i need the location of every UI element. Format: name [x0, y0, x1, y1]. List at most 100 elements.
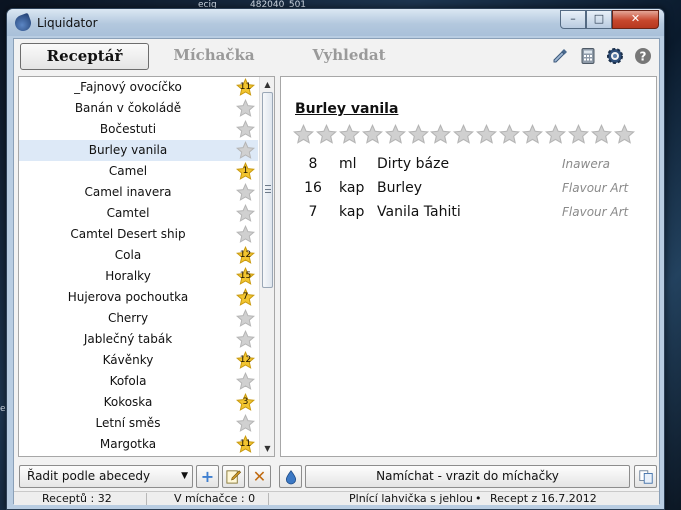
maximize-button[interactable]: □ — [586, 10, 612, 29]
settings-icon[interactable] — [606, 47, 624, 65]
add-recipe-button[interactable]: + — [196, 465, 219, 488]
recipe-list-item[interactable]: Camtel Desert ship — [19, 224, 258, 245]
recipe-name: Burley vanila — [88, 143, 168, 157]
ingredient-name: Dirty báze — [377, 156, 450, 172]
edit-icon — [226, 470, 242, 484]
scroll-down-button[interactable]: ▼ — [260, 441, 274, 456]
recipe-count-badge: 15 — [239, 271, 252, 281]
status-recipe-date: Recept z 16.7.2012 — [490, 492, 597, 505]
help-icon-glyph: ? — [640, 50, 647, 64]
rating-star-icon[interactable] — [338, 123, 361, 146]
sort-select-label: Řadit podle abecedy — [27, 469, 151, 483]
ingredient-row[interactable]: 8 ml Dirty báze Inawera — [281, 152, 658, 176]
rating-star-icon[interactable] — [315, 123, 338, 146]
ingredient-amount: 16 — [304, 180, 322, 196]
ingredient-name: Vanila Tahiti — [377, 204, 461, 220]
star-empty-icon — [235, 371, 256, 391]
recipe-list-item[interactable]: Kokoska 3 — [19, 392, 258, 413]
recipe-list-item[interactable]: Burley vanila — [19, 140, 258, 161]
tab-receptar[interactable]: Receptář — [20, 43, 149, 70]
mix-to-mixer-button[interactable]: Namíchat - vrazit do míchačky — [305, 465, 630, 488]
star-empty-icon — [235, 119, 256, 139]
recipe-list-item[interactable]: Banán v čokoládě — [19, 98, 258, 119]
recipe-list-item[interactable]: Cola 12 — [19, 245, 258, 266]
recipe-list-item[interactable]: Margotka 11 — [19, 434, 258, 455]
recipe-list-scrollbar[interactable]: ▲ ▼ — [259, 77, 274, 456]
recipe-list-item[interactable]: Kofola — [19, 371, 258, 392]
recipe-list-item[interactable]: _Fajnový ovocíčko 11 — [19, 77, 258, 98]
recipe-list-item[interactable]: Kávěnky 12 — [19, 350, 258, 371]
ingredient-brand: Flavour Art — [562, 205, 629, 219]
window-title: Liquidator — [37, 16, 98, 30]
recipe-list-item[interactable]: Cherry — [19, 308, 258, 329]
ingredient-name: Burley — [377, 180, 423, 196]
recipe-list-item[interactable]: Jablečný tabák — [19, 329, 258, 350]
star-filled-icon: 12 — [235, 245, 256, 265]
rating-star-icon[interactable] — [430, 123, 452, 146]
rating-star-icon[interactable] — [292, 123, 315, 146]
ingredient-row[interactable]: 7 kap Vanila Tahiti Flavour Art — [281, 200, 658, 224]
recipe-list-item[interactable]: Hujerova pochoutka 7 — [19, 287, 258, 308]
recipe-name: Bočestuti — [99, 122, 157, 136]
plus-icon: + — [200, 467, 215, 486]
drop-button[interactable] — [279, 465, 302, 488]
recipe-rating[interactable] — [292, 123, 653, 146]
star-empty-icon — [235, 329, 256, 349]
recipe-name: Camtel Desert ship — [70, 227, 186, 241]
rating-star-icon[interactable] — [384, 123, 407, 146]
rating-star-icon[interactable] — [407, 123, 430, 146]
recipe-name: Banán v čokoládě — [74, 101, 182, 115]
ingredient-brand: Inawera — [562, 157, 610, 171]
recipe-count-badge: 7 — [242, 292, 249, 302]
star-empty-icon — [235, 98, 256, 118]
sort-select[interactable]: Řadit podle abecedy ▼ — [19, 465, 193, 488]
bottom-toolbar: Řadit podle abecedy ▼ + ✕ Namíchat - vra… — [14, 460, 659, 488]
recipe-list-item[interactable]: Camtel — [19, 203, 258, 224]
recipe-detail-panel: Burley vanila 8 ml Dirty báze Inawera 16 kap B… — [280, 76, 657, 457]
calculator-icon[interactable] — [579, 47, 597, 65]
ingredient-row[interactable]: 16 kap Burley Flavour Art — [281, 176, 658, 200]
rating-star-icon[interactable] — [476, 123, 498, 146]
chevron-down-icon: ▼ — [181, 471, 188, 481]
recipe-list-item[interactable]: Camel 1 — [19, 161, 258, 182]
rating-star-icon[interactable] — [521, 123, 544, 146]
help-icon[interactable]: ? — [634, 47, 652, 65]
rating-star-icon[interactable] — [567, 123, 590, 146]
recipe-name: Cola — [114, 248, 142, 262]
dropper-icon[interactable] — [551, 47, 569, 65]
rating-star-icon[interactable] — [453, 123, 475, 146]
recipe-list-panel: _Fajnový ovocíčko 11 Banán v čokoládě Bočes… — [18, 76, 275, 457]
rating-star-icon[interactable] — [361, 123, 384, 146]
scroll-thumb[interactable] — [262, 92, 273, 288]
star-filled-icon: 11 — [235, 77, 256, 97]
ingredient-amount: 7 — [308, 204, 318, 220]
copy-button[interactable] — [634, 465, 657, 488]
star-filled-icon: 7 — [235, 287, 256, 307]
title-bar[interactable]: Liquidator – □ ✕ — [7, 9, 664, 36]
minimize-button[interactable]: – — [560, 10, 586, 29]
recipe-list-item[interactable]: Bočestuti — [19, 119, 258, 140]
tab-michacka[interactable]: Míchačka — [164, 43, 264, 70]
desktop-edge-text: e — [0, 404, 6, 414]
recipe-list-item[interactable]: Letní směs — [19, 413, 258, 434]
rating-star-icon[interactable] — [590, 123, 613, 146]
ingredient-brand: Flavour Art — [562, 181, 629, 195]
delete-recipe-button[interactable]: ✕ — [248, 465, 271, 488]
recipe-name: Jablečný tabák — [83, 332, 173, 346]
close-button[interactable]: ✕ — [612, 10, 659, 29]
drop-icon — [285, 470, 296, 485]
recipe-list-item[interactable]: Camel inavera — [19, 182, 258, 203]
rating-star-icon[interactable] — [499, 123, 521, 146]
recipe-name: Horalky — [105, 269, 151, 283]
recipe-list-item[interactable]: Horalky 15 — [19, 266, 258, 287]
recipe-name: Letní směs — [95, 416, 161, 430]
recipe-count-badge: 11 — [239, 439, 252, 449]
star-empty-icon — [235, 140, 256, 160]
tab-vyhledat[interactable]: Vyhledat — [294, 43, 404, 70]
rating-star-icon[interactable] — [613, 123, 636, 146]
scroll-up-button[interactable]: ▲ — [260, 77, 274, 92]
ingredient-unit: kap — [339, 204, 365, 220]
status-in-mixer: V míchačce : 0 — [174, 492, 256, 505]
rating-star-icon[interactable] — [544, 123, 567, 146]
edit-recipe-button[interactable] — [222, 465, 245, 488]
